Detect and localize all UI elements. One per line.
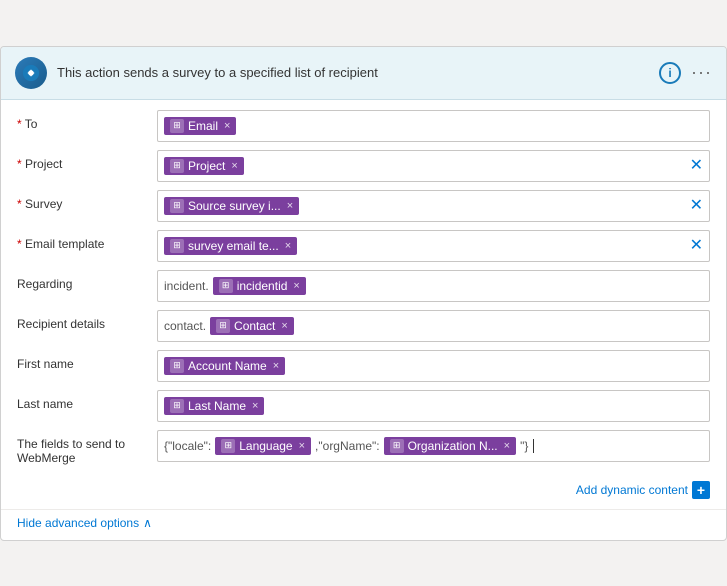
token-db-icon: ⊞ (170, 159, 184, 173)
field-row-to: To ⊞ Email × (17, 110, 710, 144)
field-row-webmerge: The fields to send to WebMerge {"locale"… (17, 430, 710, 465)
info-icon[interactable]: i (659, 62, 681, 84)
token-close-language[interactable]: × (299, 440, 305, 452)
label-regarding: Regarding (17, 270, 157, 291)
token-db-icon: ⊞ (219, 279, 233, 293)
field-row-survey: Survey ⊞ Source survey i... × ✕ (17, 190, 710, 224)
token-db-icon: ⊞ (170, 359, 184, 373)
field-clear-survey[interactable]: ✕ (690, 198, 703, 214)
card-footer: Add dynamic content + (1, 477, 726, 509)
prefix-contact: contact. (164, 319, 206, 333)
token-db-icon: ⊞ (221, 439, 235, 453)
hide-advanced-options[interactable]: Hide advanced options ∧ (1, 509, 726, 540)
token-close-survey[interactable]: × (287, 200, 293, 212)
field-recipient-details[interactable]: contact. ⊞ Contact × (157, 310, 710, 342)
card-header: This action sends a survey to a specifie… (1, 47, 726, 100)
field-clear-email-template[interactable]: ✕ (690, 238, 703, 254)
token-close-contact[interactable]: × (281, 320, 287, 332)
more-options-icon[interactable]: ··· (691, 62, 712, 83)
token-db-icon: ⊞ (390, 439, 404, 453)
token-contact: ⊞ Contact × (210, 317, 294, 335)
token-label: Organization N... (408, 439, 498, 453)
token-last-name: ⊞ Last Name × (164, 397, 264, 415)
field-row-email-template: Email template ⊞ survey email te... × ✕ (17, 230, 710, 264)
field-regarding[interactable]: incident. ⊞ incidentid × (157, 270, 710, 302)
field-clear-project[interactable]: ✕ (690, 158, 703, 174)
field-to[interactable]: ⊞ Email × (157, 110, 710, 142)
chevron-up-icon: ∧ (143, 516, 152, 530)
token-email: ⊞ Email × (164, 117, 236, 135)
token-account-name: ⊞ Account Name × (164, 357, 285, 375)
token-close-last-name[interactable]: × (252, 400, 258, 412)
token-db-icon: ⊞ (216, 319, 230, 333)
token-incidentid: ⊞ incidentid × (213, 277, 306, 295)
action-card: This action sends a survey to a specifie… (0, 46, 727, 541)
token-label: Email (188, 119, 218, 133)
field-row-recipient-details: Recipient details contact. ⊞ Contact × (17, 310, 710, 344)
token-label: Source survey i... (188, 199, 281, 213)
label-webmerge: The fields to send to WebMerge (17, 430, 157, 465)
field-survey[interactable]: ⊞ Source survey i... × ✕ (157, 190, 710, 222)
label-last-name: Last name (17, 390, 157, 411)
token-close-account-name[interactable]: × (273, 360, 279, 372)
token-db-icon: ⊞ (170, 199, 184, 213)
add-dynamic-label: Add dynamic content (576, 483, 688, 497)
label-first-name: First name (17, 350, 157, 371)
label-to: To (17, 110, 157, 131)
token-label: Account Name (188, 359, 267, 373)
suffix-orgname: ,"orgName": (315, 439, 380, 453)
label-project: Project (17, 150, 157, 171)
token-label: Last Name (188, 399, 246, 413)
prefix-locale: {"locale": (164, 439, 211, 453)
token-label: Project (188, 159, 225, 173)
token-email-template: ⊞ survey email te... × (164, 237, 297, 255)
token-db-icon: ⊞ (170, 399, 184, 413)
token-label: Contact (234, 319, 275, 333)
field-last-name[interactable]: ⊞ Last Name × (157, 390, 710, 422)
label-recipient-details: Recipient details (17, 310, 157, 331)
add-dynamic-content[interactable]: Add dynamic content + (576, 481, 710, 499)
field-first-name[interactable]: ⊞ Account Name × (157, 350, 710, 382)
token-project: ⊞ Project × (164, 157, 244, 175)
field-row-first-name: First name ⊞ Account Name × (17, 350, 710, 384)
token-db-icon: ⊞ (170, 239, 184, 253)
text-cursor (533, 439, 534, 453)
token-close-email-template[interactable]: × (285, 240, 291, 252)
label-survey: Survey (17, 190, 157, 211)
token-org-name: ⊞ Organization N... × (384, 437, 516, 455)
field-row-regarding: Regarding incident. ⊞ incidentid × (17, 270, 710, 304)
header-app-icon (15, 57, 47, 89)
token-label: incidentid (237, 279, 288, 293)
field-row-project: Project ⊞ Project × ✕ (17, 150, 710, 184)
field-webmerge[interactable]: {"locale": ⊞ Language × ,"orgName": ⊞ Or… (157, 430, 710, 462)
hide-advanced-label: Hide advanced options (17, 516, 139, 530)
token-close-email[interactable]: × (224, 120, 230, 132)
token-db-icon: ⊞ (170, 119, 184, 133)
token-label: survey email te... (188, 239, 279, 253)
prefix-incident: incident. (164, 279, 209, 293)
token-survey: ⊞ Source survey i... × (164, 197, 299, 215)
label-email-template: Email template (17, 230, 157, 251)
token-close-project[interactable]: × (231, 160, 237, 172)
token-close-incidentid[interactable]: × (293, 280, 299, 292)
field-email-template[interactable]: ⊞ survey email te... × ✕ (157, 230, 710, 262)
field-project[interactable]: ⊞ Project × ✕ (157, 150, 710, 182)
token-language: ⊞ Language × (215, 437, 311, 455)
field-row-last-name: Last name ⊞ Last Name × (17, 390, 710, 424)
add-dynamic-icon[interactable]: + (692, 481, 710, 499)
token-close-org-name[interactable]: × (504, 440, 510, 452)
trailing-brace: "} (520, 439, 528, 453)
header-title: This action sends a survey to a specifie… (57, 65, 649, 80)
token-label: Language (239, 439, 292, 453)
card-body: To ⊞ Email × Project ⊞ Project × ✕ (1, 100, 726, 477)
